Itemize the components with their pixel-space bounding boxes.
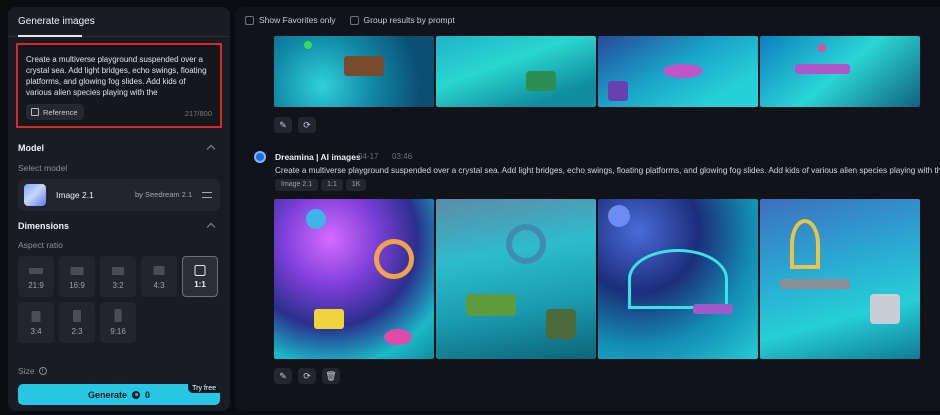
ratio-option-16-9[interactable]: 16:9 xyxy=(59,256,95,297)
tab-bar: Generate images xyxy=(8,7,230,37)
result-image[interactable] xyxy=(274,199,434,359)
generation-actions: ✎ ⟳ 🗑 xyxy=(274,368,340,384)
chevron-up-icon[interactable] xyxy=(206,144,216,154)
select-model-label: Select model xyxy=(18,163,68,173)
ratio-option-3-4[interactable]: 3:4 xyxy=(18,302,54,343)
group-by-prompt-filter[interactable]: Group results by prompt xyxy=(349,15,455,25)
generation-image-row xyxy=(274,199,920,359)
pencil-icon[interactable]: ✎ xyxy=(274,368,292,384)
results-panel: Show Favorites only Group results by pro… xyxy=(235,7,940,411)
model-thumbnail xyxy=(24,184,46,206)
generation-date: 04-17 xyxy=(358,152,379,161)
trash-icon[interactable]: 🗑 xyxy=(322,368,340,384)
dreamina-logo-icon xyxy=(254,151,266,163)
result-image[interactable] xyxy=(436,36,596,107)
tab-underline xyxy=(18,35,82,37)
ratio-label: 16:9 xyxy=(69,281,85,290)
ratio-9-16-icon xyxy=(114,309,122,322)
tag-resolution: 1K xyxy=(345,179,367,191)
filter-bar: Show Favorites only Group results by pro… xyxy=(245,15,455,25)
tab-generate-images[interactable]: Generate images xyxy=(18,16,95,27)
group-checkbox[interactable] xyxy=(349,15,359,25)
generation-source: Dreamina | AI images xyxy=(275,152,361,162)
ratio-3-4-icon xyxy=(31,311,41,322)
ratio-option-1-1[interactable]: 1:1 xyxy=(182,256,218,297)
generate-cost: 0 xyxy=(145,389,151,400)
model-provider: by Seedream 2.1 xyxy=(135,190,193,199)
generation-time: 03:46 xyxy=(392,152,413,161)
ratio-2-3-icon xyxy=(73,310,81,322)
chevron-up-icon[interactable] xyxy=(206,222,216,232)
tag-model: Image 2.1 xyxy=(275,179,319,191)
generation-tags: Image 2.1 1:1 1K xyxy=(275,179,367,191)
model-selector[interactable]: Image 2.1 by Seedream 2.1 xyxy=(18,179,220,211)
ratio-label: 9:16 xyxy=(110,327,126,336)
char-count: 217/800 xyxy=(184,109,212,118)
ratio-3-2-icon xyxy=(112,267,124,275)
group-label: Group results by prompt xyxy=(363,15,455,25)
result-image[interactable] xyxy=(598,36,758,107)
left-panel: Generate images Create a multiverse play… xyxy=(8,7,230,411)
ratio-option-4-3[interactable]: 4:3 xyxy=(141,256,177,297)
reference-label: Reference xyxy=(43,107,78,117)
result-image[interactable] xyxy=(760,36,920,107)
ratio-label: 3:2 xyxy=(112,281,124,290)
try-free-badge: Try free xyxy=(188,384,220,393)
ratio-option-9-16[interactable]: 9:16 xyxy=(100,302,136,343)
ratio-21-9-icon xyxy=(29,268,43,274)
show-favorites-filter[interactable]: Show Favorites only xyxy=(245,15,336,25)
reference-button[interactable]: Reference xyxy=(26,104,84,120)
result-image[interactable] xyxy=(436,199,596,359)
ratio-1-1-icon xyxy=(194,265,206,276)
ratio-label: 1:1 xyxy=(194,280,206,289)
result-image[interactable] xyxy=(598,199,758,359)
generate-button[interactable]: Generate 0 Try free xyxy=(18,384,220,405)
model-name: Image 2.1 xyxy=(56,190,94,200)
ratio-option-3-2[interactable]: 3:2 xyxy=(100,256,136,297)
favorites-label: Show Favorites only xyxy=(259,15,336,25)
refresh-icon[interactable]: ⟳ xyxy=(298,368,316,384)
info-icon[interactable]: i xyxy=(38,367,47,375)
previous-actions: ✎ ⟳ xyxy=(274,117,316,133)
ratio-label: 2:3 xyxy=(71,327,83,336)
tag-ratio: 1:1 xyxy=(321,179,343,191)
generation-prompt[interactable]: Create a multiverse playground suspended… xyxy=(275,166,940,175)
ratio-option-21-9[interactable]: 21:9 xyxy=(18,256,54,297)
ratio-label: 3:4 xyxy=(30,327,42,336)
image-reference-icon xyxy=(31,108,39,116)
generate-label: Generate xyxy=(87,389,127,400)
ratio-4-3-icon xyxy=(153,266,165,275)
settings-sliders-icon[interactable] xyxy=(202,190,212,200)
prompt-input-box[interactable]: Create a multiverse playground suspended… xyxy=(16,43,222,128)
size-label-text: Size xyxy=(18,366,35,376)
prompt-text[interactable]: Create a multiverse playground suspended… xyxy=(26,54,212,98)
favorites-checkbox[interactable] xyxy=(245,15,254,25)
size-label: Size i xyxy=(18,366,47,376)
ratio-option-2-3[interactable]: 2:3 xyxy=(59,302,95,343)
dimensions-section-title: Dimensions xyxy=(18,221,70,231)
ratio-label: 21:9 xyxy=(28,281,44,290)
aspect-ratio-label: Aspect ratio xyxy=(18,240,63,250)
pencil-icon[interactable]: ✎ xyxy=(274,117,292,133)
result-image[interactable] xyxy=(274,36,434,107)
result-image[interactable] xyxy=(760,199,920,359)
ratio-label: 4:3 xyxy=(153,281,165,290)
model-section-title: Model xyxy=(18,143,44,153)
ratio-16-9-icon xyxy=(70,267,84,275)
previous-image-row xyxy=(274,36,920,107)
refresh-icon[interactable]: ⟳ xyxy=(298,117,316,133)
credit-coin-icon xyxy=(132,390,140,399)
